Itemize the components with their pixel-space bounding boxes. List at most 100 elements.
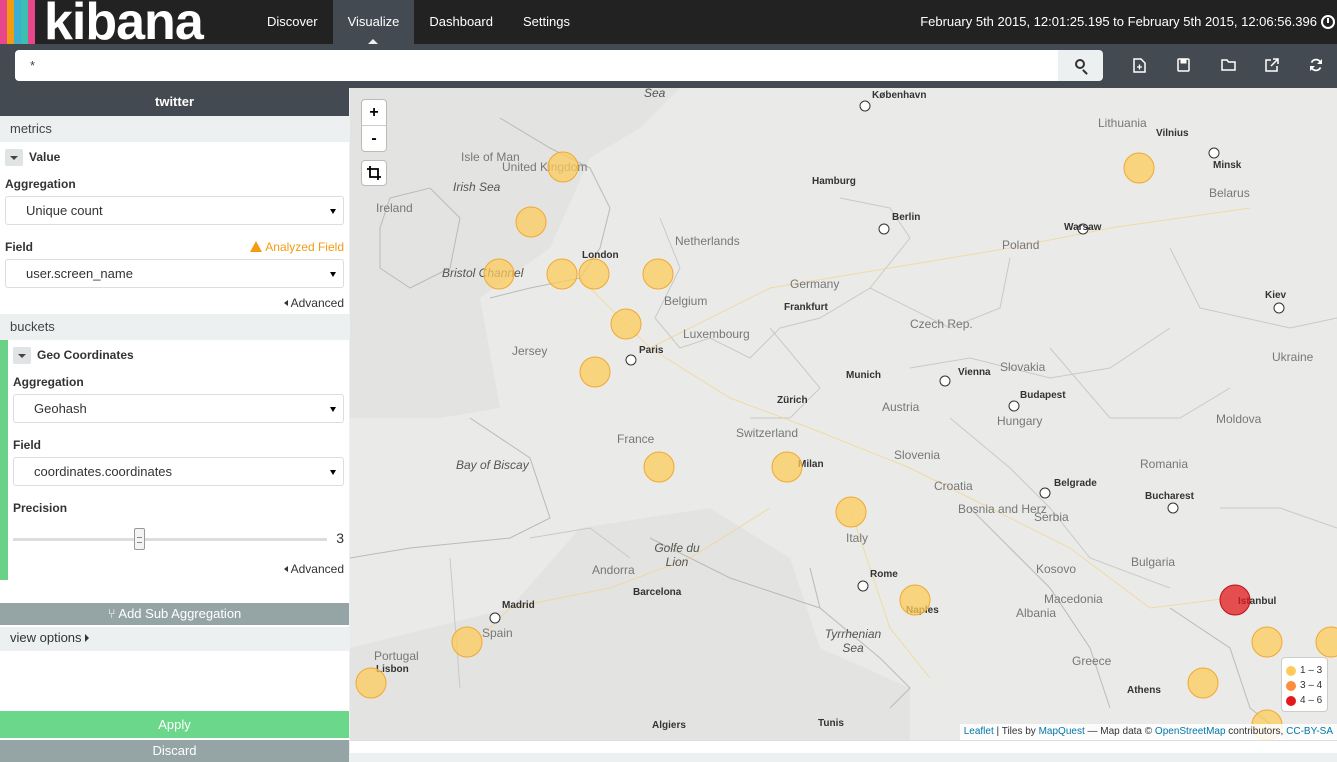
aggregation-label: Aggregation (5, 177, 76, 191)
metric-agg-header[interactable]: Value (5, 142, 344, 172)
select-value: Geohash (34, 401, 87, 416)
bucket-field-select[interactable]: coordinates.coordinates (13, 457, 344, 486)
caret-left-icon (283, 566, 288, 572)
refresh-icon (1310, 58, 1322, 72)
logo-color-bars (0, 0, 35, 44)
select-value: user.screen_name (26, 266, 133, 281)
precision-slider-track[interactable] (13, 538, 327, 541)
search-input[interactable] (15, 50, 1058, 81)
geohash-marker[interactable] (579, 356, 611, 388)
search-icon (1075, 59, 1085, 69)
view-options-label: view options (10, 630, 82, 645)
geohash-marker[interactable] (546, 258, 578, 290)
dropdown-arrow-icon (330, 209, 336, 214)
time-range[interactable]: February 5th 2015, 12:01:25.195 to Febru… (920, 0, 1317, 44)
top-navbar: kibana Discover Visualize Dashboard Sett… (0, 0, 1337, 44)
field-label: Field (5, 240, 34, 254)
legend-row: 3 – 4 (1286, 678, 1323, 693)
geohash-marker[interactable] (1251, 626, 1283, 658)
new-visualization-button[interactable] (1118, 44, 1162, 88)
geohash-marker[interactable] (451, 626, 483, 658)
spy-panel-toggle[interactable] (350, 740, 1337, 753)
metrics-section-header: metrics (0, 116, 349, 142)
logo-bar (14, 0, 21, 44)
geohash-marker[interactable] (355, 667, 387, 699)
refresh-button[interactable] (1294, 44, 1337, 88)
geohash-marker[interactable] (642, 258, 674, 290)
nav-dashboard[interactable]: Dashboard (414, 0, 508, 44)
precision-slider-row: 3 (13, 520, 344, 560)
logo-bar (21, 0, 28, 44)
geohash-marker[interactable] (899, 584, 931, 616)
fit-bounds-button[interactable] (361, 160, 387, 186)
geohash-marker[interactable] (578, 258, 610, 290)
add-sub-aggregation-button[interactable]: ⑂ Add Sub Aggregation (0, 603, 349, 625)
clock-icon[interactable] (1321, 15, 1335, 29)
open-icon (1221, 59, 1236, 71)
metric-aggregation-select[interactable]: Unique count (5, 196, 344, 225)
search-button[interactable] (1058, 50, 1103, 81)
warning-icon (250, 241, 263, 252)
advanced-link: Advanced (290, 296, 344, 310)
collapse-toggle-icon[interactable] (13, 346, 31, 364)
metric-agg: Value Aggregation Unique count Field Ana… (0, 142, 349, 314)
new-visualization-icon (1133, 58, 1146, 73)
nav-settings[interactable]: Settings (508, 0, 585, 44)
attribution-text: — Map data © (1084, 726, 1155, 737)
geohash-marker[interactable] (1123, 152, 1155, 184)
geohash-marker[interactable] (835, 496, 867, 528)
geohash-marker[interactable] (483, 258, 515, 290)
zoom-in-button[interactable]: + (362, 100, 386, 126)
collapse-toggle-icon[interactable] (5, 148, 23, 166)
geohash-marker[interactable] (610, 308, 642, 340)
bucket-agg: Geo Coordinates Aggregation Geohash Fiel… (0, 340, 349, 580)
geohash-marker[interactable] (771, 451, 803, 483)
caret-right-icon (84, 634, 89, 642)
precision-slider-handle[interactable] (134, 528, 146, 550)
share-icon (1265, 58, 1279, 72)
nav-visualize[interactable]: Visualize (332, 0, 415, 44)
legend-row: 1 – 3 (1286, 663, 1323, 678)
metric-advanced-toggle[interactable]: Advanced (5, 292, 344, 314)
geohash-marker[interactable] (1219, 584, 1251, 616)
osm-link[interactable]: OpenStreetMap (1155, 726, 1226, 737)
open-button[interactable] (1206, 44, 1250, 88)
branch-icon: ⑂ (107, 606, 119, 621)
geohash-marker[interactable] (1315, 626, 1337, 658)
legend-row: 4 – 6 (1286, 693, 1323, 708)
save-icon (1177, 58, 1190, 72)
bucket-agg-header[interactable]: Geo Coordinates (13, 340, 344, 370)
bucket-advanced-toggle[interactable]: Advanced (13, 558, 344, 580)
bucket-aggregation-select[interactable]: Geohash (13, 394, 344, 423)
geohash-marker[interactable] (515, 206, 547, 238)
index-pattern-title: twitter (0, 88, 349, 116)
license-link[interactable]: CC-BY-SA (1286, 726, 1333, 737)
analyzed-field-warning: Analyzed Field (250, 235, 344, 259)
share-button[interactable] (1250, 44, 1294, 88)
legend-swatch (1286, 665, 1296, 676)
logo-text: kibana (44, 0, 204, 44)
geohash-marker[interactable] (1187, 667, 1219, 699)
save-button[interactable] (1162, 44, 1206, 88)
zoom-out-button[interactable]: - (362, 126, 386, 152)
leaflet-link[interactable]: Leaflet (964, 726, 994, 737)
crop-icon (367, 166, 381, 180)
metric-field-select[interactable]: user.screen_name (5, 259, 344, 288)
legend-swatch (1286, 680, 1296, 691)
kibana-logo[interactable]: kibana (0, 0, 252, 44)
zoom-control: + - (361, 99, 387, 152)
toolbar-icons (1118, 44, 1337, 88)
nav-discover[interactable]: Discover (252, 0, 333, 44)
legend-label: 3 – 4 (1300, 680, 1323, 691)
discard-button[interactable]: Discard (0, 740, 349, 762)
select-value: coordinates.coordinates (34, 464, 173, 479)
geohash-marker[interactable] (643, 451, 675, 483)
view-options-toggle[interactable]: view options (0, 627, 349, 651)
mapquest-link[interactable]: MapQuest (1039, 726, 1085, 737)
tile-map[interactable]: Sea United Kingdom Isle of Man Irish Sea… (350, 88, 1337, 740)
logo-bar (0, 0, 7, 44)
apply-button[interactable]: Apply (0, 711, 349, 738)
field-label: Field (13, 438, 42, 452)
geohash-marker[interactable] (547, 151, 579, 183)
select-value: Unique count (26, 203, 103, 218)
